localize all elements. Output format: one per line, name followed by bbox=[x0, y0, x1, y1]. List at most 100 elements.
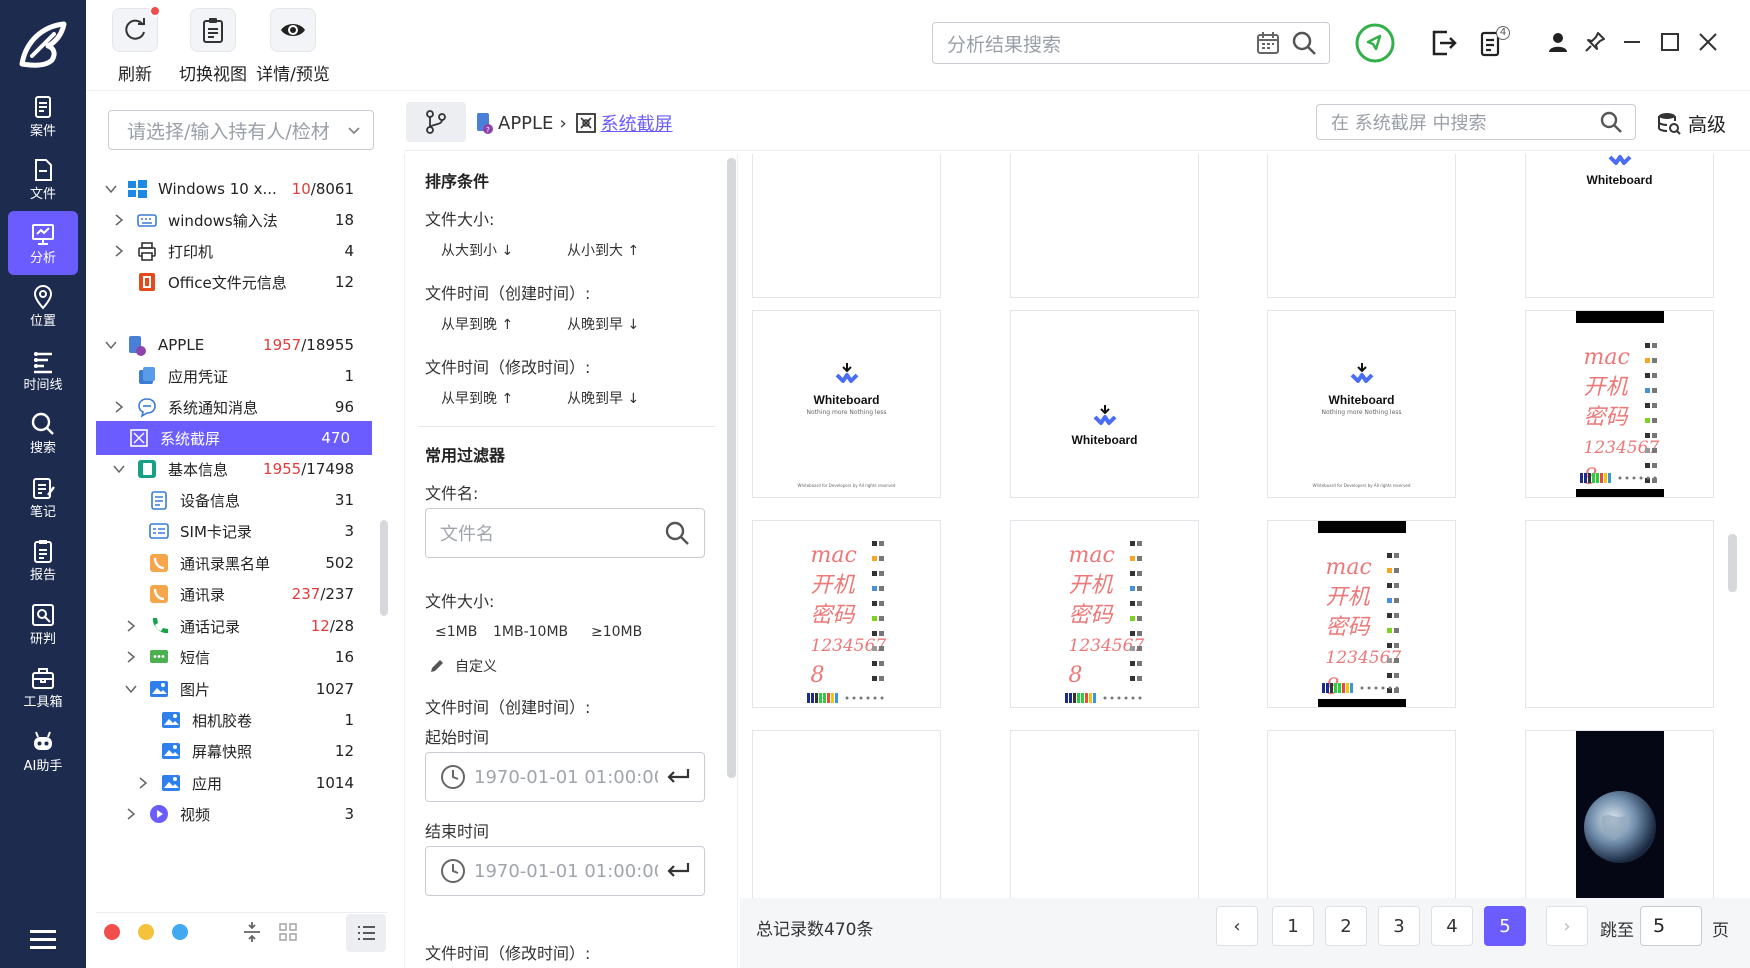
calendar-icon[interactable] bbox=[1255, 30, 1281, 56]
chevron-down-icon[interactable] bbox=[104, 182, 118, 196]
tree-item[interactable]: APPLE 1957/18955 bbox=[96, 328, 376, 362]
chevron-right-icon[interactable] bbox=[124, 650, 138, 664]
screenshot-thumbnail[interactable]: mac开机密码12345678 bbox=[1010, 520, 1199, 708]
chevron-right-icon[interactable] bbox=[136, 776, 150, 790]
screenshot-thumbnail[interactable]: Whiteboard Nothing more Nothing less White… bbox=[752, 310, 941, 498]
switch-view-button[interactable]: 切换视图 bbox=[176, 8, 250, 88]
sort-mtime-asc-button[interactable]: 从早到晚 ↑ bbox=[441, 388, 513, 408]
nav-item-notes[interactable]: 笔记 bbox=[8, 465, 78, 529]
search-icon[interactable] bbox=[664, 520, 690, 546]
tree-item[interactable]: 基本信息 1955/17498 bbox=[96, 452, 376, 486]
chevron-right-icon[interactable] bbox=[112, 213, 126, 227]
enter-icon[interactable] bbox=[664, 860, 692, 882]
enter-icon[interactable] bbox=[664, 766, 692, 788]
tree-item[interactable]: 设备信息 31 bbox=[96, 483, 376, 517]
chevron-right-icon[interactable] bbox=[112, 244, 126, 258]
nav-item-case[interactable]: 案件 bbox=[8, 84, 78, 148]
branch-toggle-button[interactable] bbox=[406, 102, 466, 142]
status-ok-icon[interactable] bbox=[1354, 22, 1396, 64]
tree-item[interactable]: 短信 16 bbox=[96, 640, 376, 674]
sort-mtime-desc-button[interactable]: 从晚到早 ↓ bbox=[567, 388, 639, 408]
nav-item-location[interactable]: 位置 bbox=[8, 275, 78, 339]
start-time-input[interactable]: 1970-01-01 01:00:00 bbox=[425, 752, 705, 802]
pin-icon[interactable] bbox=[1583, 30, 1607, 54]
export-icon[interactable] bbox=[1428, 28, 1458, 58]
page-button[interactable]: 1 bbox=[1272, 906, 1314, 946]
sort-size-asc-button[interactable]: 从小到大 ↑ bbox=[567, 240, 639, 260]
advanced-search-button[interactable]: 高级 bbox=[1656, 108, 1726, 138]
refresh-button[interactable]: 刷新 bbox=[98, 5, 172, 88]
screenshot-thumbnail[interactable] bbox=[1525, 730, 1714, 898]
page-button[interactable]: 3 bbox=[1378, 906, 1420, 946]
screenshot-thumbnail[interactable] bbox=[1267, 730, 1456, 898]
screenshot-thumbnail[interactable]: mac开机密码12345678 bbox=[1267, 520, 1456, 708]
grid-view-icon[interactable] bbox=[276, 920, 300, 944]
user-icon[interactable] bbox=[1546, 30, 1570, 54]
tree-item[interactable]: 图片 1027 bbox=[96, 672, 376, 706]
breadcrumb-current[interactable]: 系统截屏 bbox=[601, 110, 673, 136]
page-button[interactable]: 2 bbox=[1325, 906, 1367, 946]
screenshot-thumbnail[interactable] bbox=[752, 730, 941, 898]
maximize-icon[interactable] bbox=[1658, 30, 1682, 54]
inner-search-input[interactable]: 在 系统截屏 中搜索 bbox=[1316, 104, 1636, 140]
list-view-button[interactable] bbox=[346, 914, 386, 952]
nav-item-search[interactable]: 搜索 bbox=[8, 402, 78, 466]
screenshot-thumbnail[interactable]: mac开机密码12345678 bbox=[752, 520, 941, 708]
screenshot-thumbnail[interactable]: Whiteboard bbox=[1525, 154, 1714, 298]
menu-icon[interactable] bbox=[28, 928, 58, 950]
tree-item[interactable]: 通讯录 237/237 bbox=[96, 577, 376, 611]
screenshot-thumbnail[interactable] bbox=[1010, 154, 1199, 298]
tree-item[interactable]: 系统通知消息 96 bbox=[96, 390, 376, 424]
tree-item[interactable]: windows输入法 18 bbox=[96, 203, 376, 237]
minimize-icon[interactable] bbox=[1620, 30, 1644, 54]
collapse-all-icon[interactable] bbox=[240, 920, 264, 944]
tree-item[interactable]: 通讯录黑名单 502 bbox=[96, 546, 376, 580]
tree-item[interactable]: 系统截屏 470 bbox=[96, 421, 372, 455]
screenshot-thumbnail[interactable]: mac开机密码12345678 bbox=[1525, 310, 1714, 498]
prev-page-button[interactable]: ‹ bbox=[1216, 906, 1258, 946]
chevron-right-icon[interactable] bbox=[124, 619, 138, 633]
next-page-button[interactable]: › bbox=[1546, 906, 1588, 946]
owner-select[interactable]: 请选择/输入持有人/检材 bbox=[108, 110, 374, 150]
nav-item-timeline[interactable]: 时间线 bbox=[8, 338, 78, 402]
sort-size-desc-button[interactable]: 从大到小 ↓ bbox=[441, 240, 513, 260]
tree-item[interactable]: 应用 1014 bbox=[96, 766, 376, 800]
size-option-medium[interactable]: 1MB-10MB bbox=[493, 624, 568, 640]
nav-item-judge[interactable]: 研判 bbox=[8, 592, 78, 656]
grid-scrollbar[interactable] bbox=[1728, 534, 1737, 592]
tree-item[interactable]: Windows 10 x... 10/8061 bbox=[96, 172, 376, 206]
screenshot-thumbnail[interactable] bbox=[752, 154, 941, 298]
page-button[interactable]: 4 bbox=[1431, 906, 1473, 946]
screenshot-thumbnail[interactable]: Whiteboard bbox=[1010, 310, 1199, 498]
page-button[interactable]: 5 bbox=[1484, 906, 1526, 946]
chevron-right-icon[interactable] bbox=[112, 400, 126, 414]
tree-item[interactable]: SIM卡记录 3 bbox=[96, 514, 376, 548]
task-list-button[interactable]: 4 bbox=[1478, 26, 1512, 60]
screenshot-thumbnail[interactable] bbox=[1267, 154, 1456, 298]
blue-tag-filter[interactable] bbox=[172, 924, 188, 940]
size-option-large[interactable]: ≥10MB bbox=[591, 624, 642, 640]
custom-size-button[interactable]: 自定义 bbox=[429, 656, 497, 676]
nav-item-report[interactable]: 报告 bbox=[8, 529, 78, 593]
chevron-down-icon[interactable] bbox=[104, 338, 118, 352]
nav-item-file[interactable]: 文件 bbox=[8, 148, 78, 212]
chevron-right-icon[interactable] bbox=[124, 807, 138, 821]
tree-item[interactable]: 屏幕快照 12 bbox=[96, 734, 376, 768]
search-icon[interactable] bbox=[1291, 30, 1317, 56]
screenshot-thumbnail[interactable] bbox=[1010, 730, 1199, 898]
breadcrumb-root[interactable]: APPLE bbox=[498, 113, 553, 134]
screenshot-thumbnail[interactable]: Whiteboard Nothing more Nothing less White… bbox=[1267, 310, 1456, 498]
sort-ctime-desc-button[interactable]: 从晚到早 ↓ bbox=[567, 314, 639, 334]
tree-item[interactable]: Office文件元信息 12 bbox=[96, 265, 376, 299]
chevron-down-icon[interactable] bbox=[124, 682, 138, 696]
yellow-tag-filter[interactable] bbox=[138, 924, 154, 940]
jump-page-input[interactable]: 5 bbox=[1640, 906, 1702, 946]
tree-item[interactable]: 应用凭证 1 bbox=[96, 359, 376, 393]
chevron-down-icon[interactable] bbox=[112, 462, 126, 476]
tree-item[interactable]: 打印机 4 bbox=[96, 234, 376, 268]
nav-item-toolbox[interactable]: 工具箱 bbox=[8, 656, 78, 720]
close-icon[interactable] bbox=[1696, 30, 1720, 54]
search-icon[interactable] bbox=[1599, 110, 1623, 134]
tree-scrollbar[interactable] bbox=[380, 520, 388, 616]
nav-item-ai-robot[interactable]: AI助手 bbox=[8, 719, 78, 783]
